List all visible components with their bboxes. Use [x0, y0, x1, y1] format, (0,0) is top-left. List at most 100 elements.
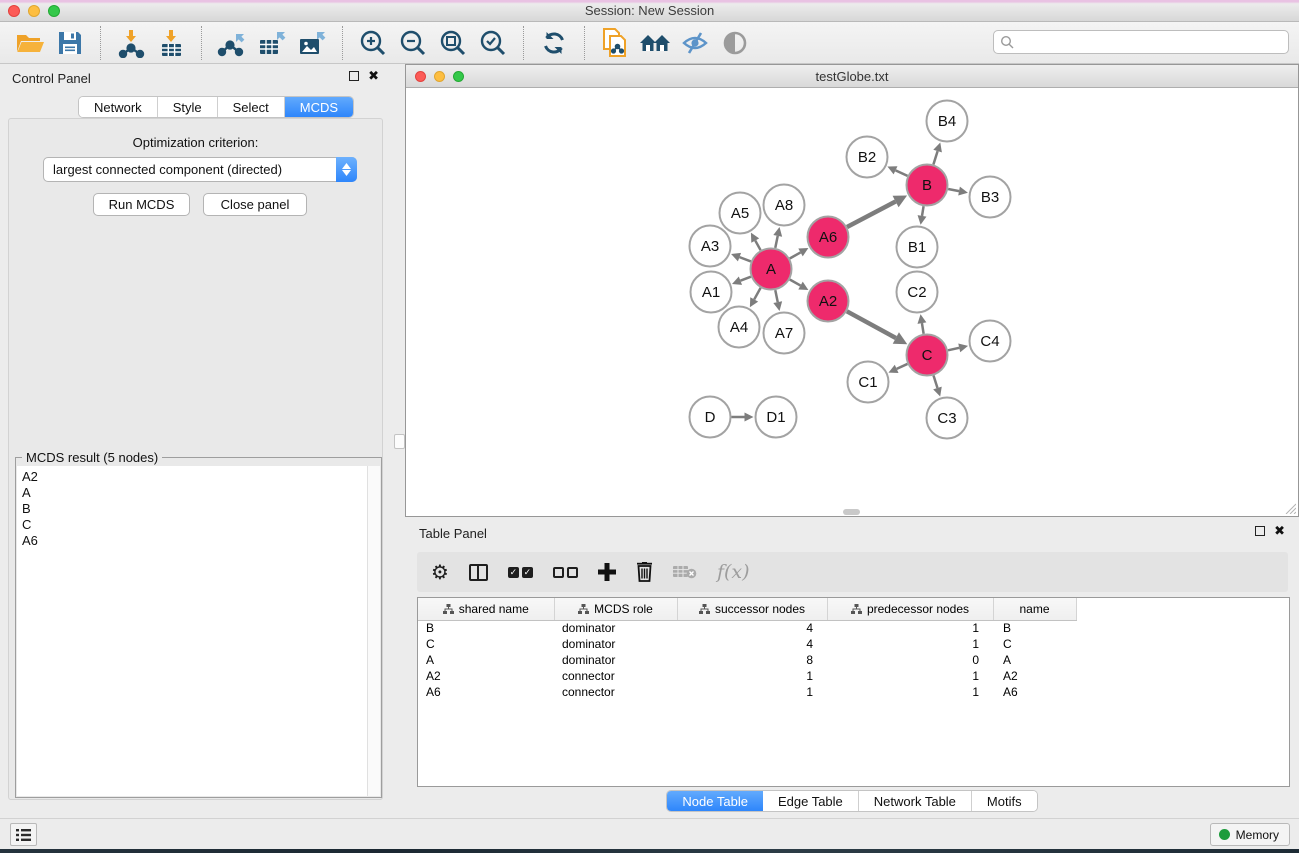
graph-node-A1[interactable]: A1: [691, 272, 732, 313]
export-image-button[interactable]: [292, 25, 332, 61]
export-table-button[interactable]: [252, 25, 292, 61]
graph-node-B2[interactable]: B2: [847, 137, 888, 178]
graph-node-B1[interactable]: B1: [897, 227, 938, 268]
edge-A-A4[interactable]: [750, 288, 761, 307]
table-row[interactable]: Bdominator41B: [418, 620, 1092, 636]
graph-node-B[interactable]: B: [907, 165, 948, 206]
float-panel-icon[interactable]: [349, 71, 359, 81]
edge-A-A5[interactable]: [751, 233, 761, 251]
hide-columns-button[interactable]: [553, 567, 578, 578]
graph-node-C1[interactable]: C1: [848, 362, 889, 403]
table-row[interactable]: A6connector11A6: [418, 684, 1092, 700]
show-columns-button[interactable]: ✓✓: [508, 567, 533, 578]
edge-A-A6[interactable]: [790, 248, 809, 258]
graph-node-B3[interactable]: B3: [970, 177, 1011, 218]
graph-node-A3[interactable]: A3: [690, 226, 731, 267]
split-pane-button[interactable]: [469, 564, 488, 581]
table-row[interactable]: Cdominator41C: [418, 636, 1092, 652]
graph-node-C3[interactable]: C3: [927, 398, 968, 439]
table-row[interactable]: A2connector11A2: [418, 668, 1092, 684]
memory-button[interactable]: Memory: [1210, 823, 1290, 846]
edge-A-A2[interactable]: [790, 280, 809, 290]
graph-node-C2[interactable]: C2: [897, 272, 938, 313]
import-table-button[interactable]: [151, 25, 191, 61]
table-float-panel-icon[interactable]: [1255, 526, 1265, 536]
zoom-out-button[interactable]: [393, 25, 433, 61]
graph-node-A5[interactable]: A5: [720, 193, 761, 234]
home-layout-button[interactable]: [635, 25, 675, 61]
graph-node-A4[interactable]: A4: [719, 307, 760, 348]
edge-A-A1[interactable]: [732, 277, 751, 285]
graph-node-A7[interactable]: A7: [764, 313, 805, 354]
edge-B-B1[interactable]: [918, 206, 927, 225]
edge-C-C4[interactable]: [948, 343, 968, 352]
graph-node-D1[interactable]: D1: [756, 397, 797, 438]
tab-motifs[interactable]: Motifs: [972, 791, 1037, 811]
edge-C-C3[interactable]: [933, 375, 942, 396]
graph-node-C4[interactable]: C4: [970, 321, 1011, 362]
mcds-result-list[interactable]: A2ABCA6: [17, 466, 367, 796]
zoom-in-button[interactable]: [353, 25, 393, 61]
open-file-button[interactable]: [10, 25, 50, 61]
column-header-predecessor-nodes[interactable]: predecessor nodes: [827, 598, 993, 620]
result-list-scrollbar[interactable]: [367, 466, 380, 796]
network-window-titlebar[interactable]: testGlobe.txt: [406, 65, 1298, 88]
graph-node-A8[interactable]: A8: [764, 185, 805, 226]
column-header-name[interactable]: name: [993, 598, 1076, 620]
import-network-button[interactable]: [111, 25, 151, 61]
graph-node-A2[interactable]: A2: [808, 281, 849, 322]
split-divider-handle[interactable]: [394, 434, 405, 449]
edge-A-A7[interactable]: [773, 290, 782, 311]
tab-select[interactable]: Select: [218, 97, 285, 117]
resize-grip-icon[interactable]: [1284, 502, 1296, 514]
tab-style[interactable]: Style: [158, 97, 218, 117]
search-input[interactable]: [1014, 33, 1288, 51]
graph-node-C[interactable]: C: [907, 335, 948, 376]
zoom-fit-button[interactable]: [433, 25, 473, 61]
create-column-button[interactable]: [598, 563, 616, 581]
delete-table-button[interactable]: [673, 565, 697, 579]
edge-D-D1[interactable]: [732, 413, 754, 422]
duplicate-network-button[interactable]: [595, 25, 635, 61]
column-header-MCDS-role[interactable]: MCDS role: [554, 598, 677, 620]
edge-B-B4[interactable]: [933, 142, 942, 164]
edge-A-A3[interactable]: [731, 253, 751, 262]
delete-column-button[interactable]: [636, 562, 653, 582]
table-close-panel-icon[interactable]: ✖: [1274, 526, 1285, 536]
function-builder-button[interactable]: f(x): [717, 561, 750, 583]
export-network-button[interactable]: [212, 25, 252, 61]
column-header-successor-nodes[interactable]: successor nodes: [677, 598, 827, 620]
graph-node-A[interactable]: A: [751, 249, 792, 290]
edge-C-C1[interactable]: [888, 364, 907, 373]
tab-mcds[interactable]: MCDS: [285, 97, 353, 117]
hide-graphics-details-button[interactable]: [675, 25, 715, 61]
zoom-selected-button[interactable]: [473, 25, 513, 61]
canvas-hscroll-thumb[interactable]: [843, 509, 860, 515]
optimization-criterion-dropdown[interactable]: largest connected component (directed): [43, 157, 357, 182]
close-panel-icon[interactable]: ✖: [368, 71, 379, 81]
graph-node-D[interactable]: D: [690, 397, 731, 438]
tab-network-table[interactable]: Network Table: [859, 791, 972, 811]
edge-A6-B[interactable]: [847, 195, 907, 227]
edge-C-C2[interactable]: [917, 314, 926, 334]
edge-A2-C[interactable]: [847, 311, 907, 344]
table-settings-button[interactable]: ⚙: [431, 562, 449, 582]
graph-node-A6[interactable]: A6: [808, 217, 849, 258]
show-task-history-button[interactable]: [10, 823, 37, 846]
edge-A-A8[interactable]: [773, 227, 782, 248]
run-mcds-button[interactable]: Run MCDS: [93, 193, 190, 216]
tab-edge-table[interactable]: Edge Table: [763, 791, 859, 811]
save-session-button[interactable]: [50, 25, 90, 61]
tab-node-table[interactable]: Node Table: [667, 791, 763, 811]
refresh-layout-button[interactable]: [534, 25, 574, 61]
edge-B-B2[interactable]: [887, 166, 907, 176]
graph-node-B4[interactable]: B4: [927, 101, 968, 142]
close-panel-button[interactable]: Close panel: [203, 193, 307, 216]
table-row[interactable]: Adominator80A: [418, 652, 1092, 668]
column-header-shared-name[interactable]: shared name: [418, 598, 554, 620]
edge-B-B3[interactable]: [948, 187, 968, 196]
show-graphics-details-button[interactable]: [715, 25, 755, 61]
search-field[interactable]: [993, 30, 1289, 54]
network-canvas[interactable]: B4 B2 B B3 A8A5 A6 A3 B1 A A1 C2 A2 A4A7 C4 C C1 D D1 C3: [406, 88, 1298, 516]
tab-network[interactable]: Network: [79, 97, 158, 117]
